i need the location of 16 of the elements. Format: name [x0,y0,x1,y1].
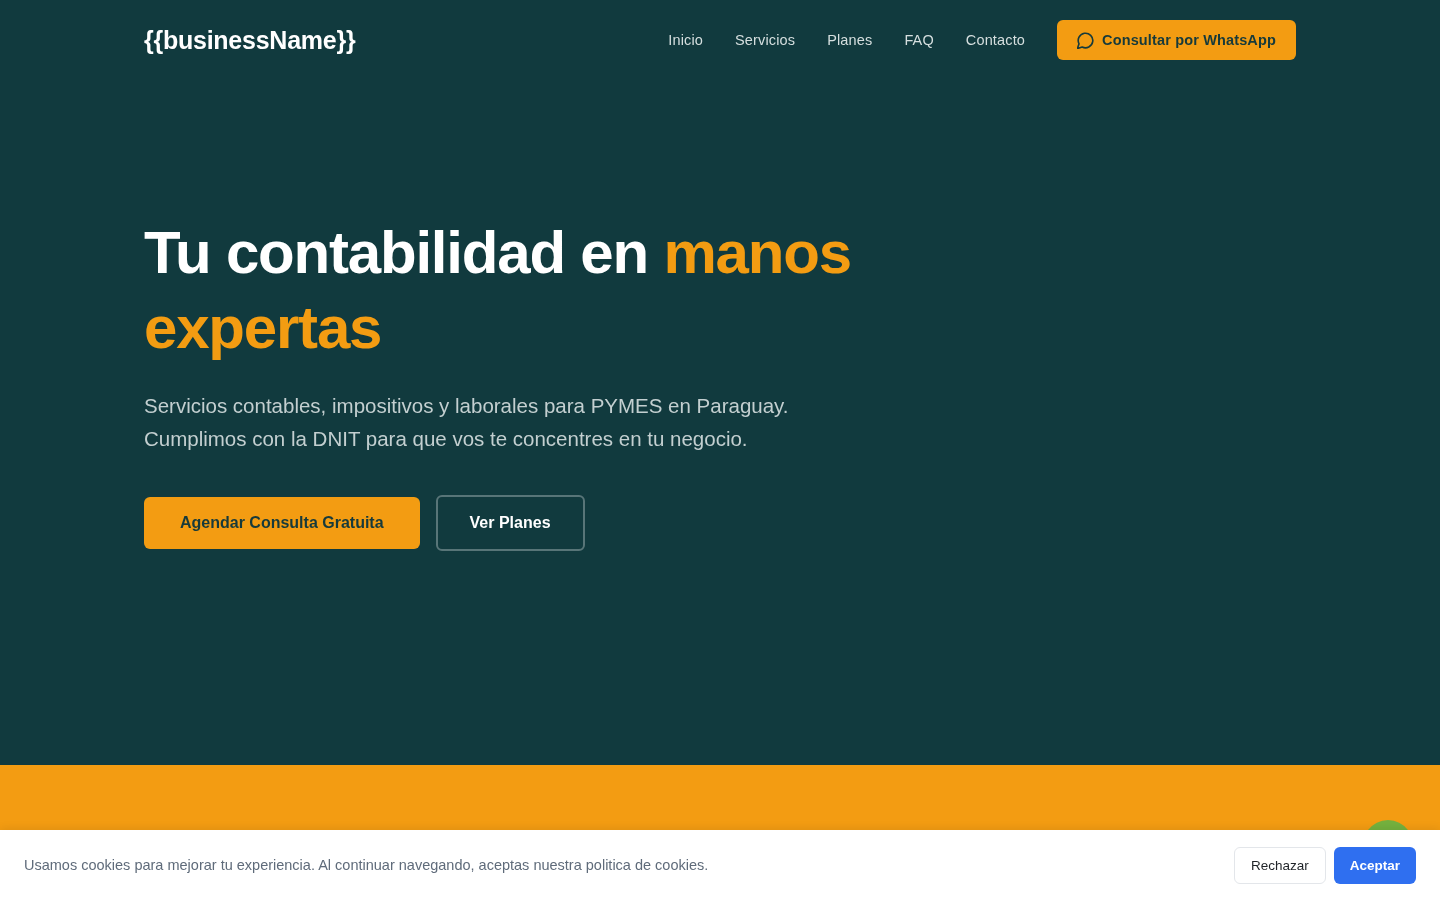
nav-link[interactable]: Servicios [735,32,796,48]
reject-button[interactable]: Rechazar [1233,846,1326,884]
floating-action-button[interactable] [1368,820,1408,830]
schedule-button[interactable]: Agendar Consulta Gratuita [144,497,420,549]
nav-link[interactable]: Inicio [668,32,703,48]
nav-link[interactable]: FAQ [904,32,934,48]
hero-headline: Tu contabilidad en manos expertas [144,218,852,363]
chat-bubble-icon [1077,31,1095,49]
cookie-message: Usamos cookies para mejorar tu experiencia. Al continuar navegando, aceptas nuestra politica de cookies. [24,857,709,873]
accept-button[interactable]: Aceptar [1333,846,1416,884]
plans-button[interactable]: Ver Planes [435,495,585,551]
nav-link[interactable]: Planes [827,32,873,48]
hero-subtitle: Servicios contables, impositivos y laborales para PYMES en Paraguay. Cumplimos con la DNIT para que vos te concentres en tu negocio. [144,393,790,452]
nav-link[interactable]: Contacto [965,32,1026,48]
site-logo[interactable]: {{businessName}} [144,25,356,55]
whatsapp-button[interactable]: Consultar por WhatsApp [1057,20,1296,60]
